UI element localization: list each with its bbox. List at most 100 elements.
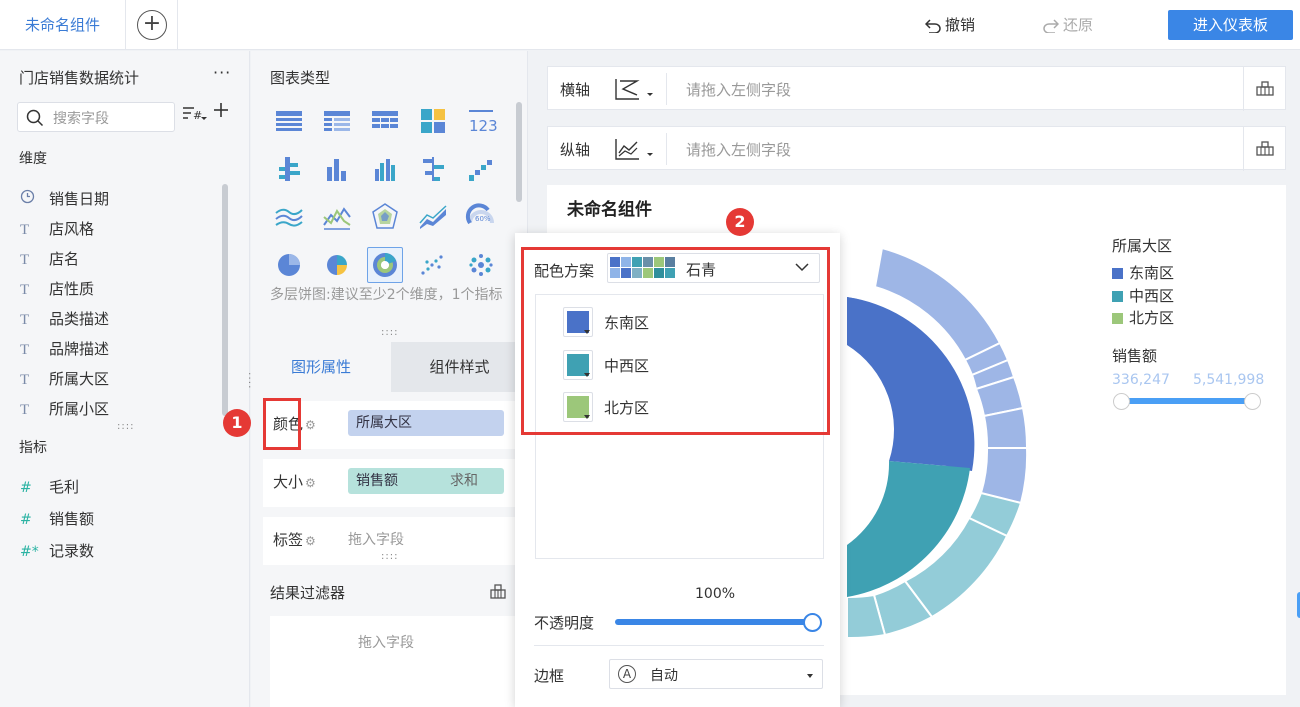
dimension-item-sales-date[interactable]: 销售日期 — [20, 188, 109, 212]
dimension-item-region[interactable]: T 所属大区 — [20, 368, 109, 392]
x-axis-type-icon[interactable] — [613, 75, 657, 107]
enter-dashboard-button[interactable]: 进入仪表板 — [1168, 10, 1293, 40]
size-range-bar — [1121, 398, 1253, 404]
text-type-icon: T — [20, 222, 30, 238]
metrics-section-label: 指标 — [19, 440, 47, 456]
pie-chart-icon[interactable] — [271, 247, 307, 283]
x-axis-dropzone[interactable]: 请拖入左侧字段 — [686, 79, 791, 100]
metric-item-record-count[interactable]: #* 记录数 — [20, 540, 94, 564]
stacked-column-icon[interactable] — [367, 151, 403, 187]
filter-settings-icon[interactable] — [488, 581, 508, 605]
size-range-min-handle[interactable] — [1113, 393, 1130, 410]
add-tab-button[interactable]: + — [126, 0, 178, 50]
divider — [666, 73, 667, 105]
y-axis-settings-icon[interactable] — [1255, 138, 1275, 162]
radar-chart-icon[interactable] — [367, 199, 403, 235]
kpi-card-icon[interactable] — [415, 103, 451, 139]
size-property-row[interactable]: 大小 ⚙ 销售额 求和 — [263, 459, 515, 507]
search-field-input[interactable]: 搜索字段 — [17, 102, 175, 132]
tab-graphic-properties[interactable]: 图形属性 — [251, 342, 391, 392]
x-axis-settings-icon[interactable] — [1255, 78, 1275, 102]
gear-icon[interactable]: ⚙ — [305, 476, 316, 490]
result-filter-dropzone[interactable]: 拖入字段 — [270, 616, 515, 707]
opacity-slider-handle[interactable] — [803, 613, 822, 632]
gear-icon[interactable]: ⚙ — [305, 418, 316, 432]
y-axis-row: 纵轴 请拖入左侧字段 — [547, 126, 1286, 171]
property-tabs: 图形属性 组件样式 — [251, 342, 528, 392]
size-legend-title: 销售额 — [1112, 347, 1158, 365]
dimension-item-category-desc[interactable]: T 品类描述 — [20, 308, 109, 332]
metric-item-sales[interactable]: # 销售额 — [20, 508, 94, 532]
svg-text:#: # — [193, 109, 202, 122]
aggregation-label[interactable]: 求和 — [450, 468, 478, 494]
resize-handle[interactable]: :::: — [117, 421, 134, 432]
area-chart-icon[interactable] — [271, 199, 307, 235]
sort-fields-icon[interactable]: # — [182, 105, 208, 127]
column-chart-icon[interactable] — [319, 151, 355, 187]
line-chart-icon[interactable] — [319, 199, 355, 235]
tab-unnamed-component[interactable]: 未命名组件 — [0, 0, 126, 50]
dimension-item-brand-desc[interactable]: T 品牌描述 — [20, 338, 109, 362]
chart-type-panel: 图表类型 123 60% 多层饼图:建议至少2个维度，1个指标 :::: 图形属… — [251, 51, 528, 707]
legend-item-midwest[interactable]: 中西区 — [1112, 285, 1174, 306]
scatter-chart-icon[interactable] — [415, 247, 451, 283]
tab-component-style[interactable]: 组件样式 — [391, 342, 528, 392]
size-property-label: 大小 ⚙ — [273, 473, 316, 491]
legend-swatch — [1112, 268, 1123, 279]
dimension-label: 所属大区 — [49, 370, 110, 388]
text-type-icon: T — [20, 252, 30, 268]
dimension-item-store-name[interactable]: T 店名 — [20, 248, 79, 272]
size-field-pill[interactable]: 销售额 求和 — [348, 468, 504, 494]
range-area-icon[interactable] — [415, 199, 451, 235]
grouped-bar-icon[interactable] — [271, 151, 307, 187]
opacity-slider-track[interactable] — [615, 619, 815, 625]
rose-pie-icon[interactable] — [319, 247, 355, 283]
undo-icon — [924, 19, 941, 34]
divider — [1243, 127, 1244, 171]
add-field-icon[interactable] — [212, 100, 230, 125]
bidirectional-bar-icon[interactable] — [415, 151, 451, 187]
dimension-item-subregion[interactable]: T 所属小区 — [20, 398, 109, 422]
chart-type-hint: 多层饼图:建议至少2个维度，1个指标 — [270, 287, 503, 303]
redo-button[interactable]: 还原 — [1043, 14, 1093, 35]
svg-text:60%: 60% — [475, 215, 491, 223]
dimension-item-store-nature[interactable]: T 店性质 — [20, 278, 94, 302]
resize-handle[interactable]: :::: — [381, 551, 398, 562]
y-axis-dropzone[interactable]: 请拖入左侧字段 — [686, 139, 791, 160]
dimension-label: 店风格 — [49, 220, 95, 238]
redo-icon — [1043, 19, 1060, 34]
legend-item-southeast[interactable]: 东南区 — [1112, 262, 1174, 283]
metric-item-gross-profit[interactable]: # 毛利 — [20, 476, 79, 500]
chart-type-scrollbar[interactable] — [516, 102, 522, 202]
waterfall-chart-icon[interactable] — [463, 151, 499, 187]
cross-table-icon[interactable] — [367, 103, 403, 139]
bubble-chart-icon[interactable] — [463, 247, 499, 283]
opacity-value: 100% — [695, 586, 736, 602]
gauge-chart-icon[interactable]: 60% — [463, 199, 499, 235]
size-range-max-handle[interactable] — [1244, 393, 1261, 410]
undo-label: 撤销 — [945, 16, 976, 34]
divider — [1243, 67, 1244, 111]
number-chart-icon[interactable]: 123 — [463, 103, 499, 139]
gear-icon[interactable]: ⚙ — [305, 534, 316, 548]
dimensions-scrollbar[interactable] — [222, 184, 228, 416]
dimension-item-store-style[interactable]: T 店风格 — [20, 218, 94, 242]
multi-layer-pie-icon[interactable] — [367, 247, 403, 283]
color-field-pill[interactable]: 所属大区 — [348, 410, 504, 436]
legend-item-north[interactable]: 北方区 — [1112, 307, 1174, 328]
undo-button[interactable]: 撤销 — [924, 14, 976, 35]
table-chart-icon[interactable] — [271, 103, 307, 139]
detail-table-icon[interactable] — [319, 103, 355, 139]
y-axis-type-icon[interactable] — [613, 135, 657, 167]
tag-drop-hint: 拖入字段 — [348, 532, 404, 548]
dimension-label: 销售日期 — [49, 190, 110, 208]
border-select[interactable]: A 自动 — [609, 659, 823, 689]
legend-swatch — [1112, 313, 1123, 324]
dimension-label: 品牌描述 — [49, 340, 110, 358]
redo-label: 还原 — [1063, 16, 1094, 34]
metric-label: 销售额 — [49, 510, 95, 528]
more-icon[interactable]: ··· — [213, 63, 231, 82]
opacity-label: 不透明度 — [534, 614, 595, 632]
caret-down-icon — [807, 674, 813, 678]
resize-handle[interactable]: :::: — [381, 327, 398, 338]
